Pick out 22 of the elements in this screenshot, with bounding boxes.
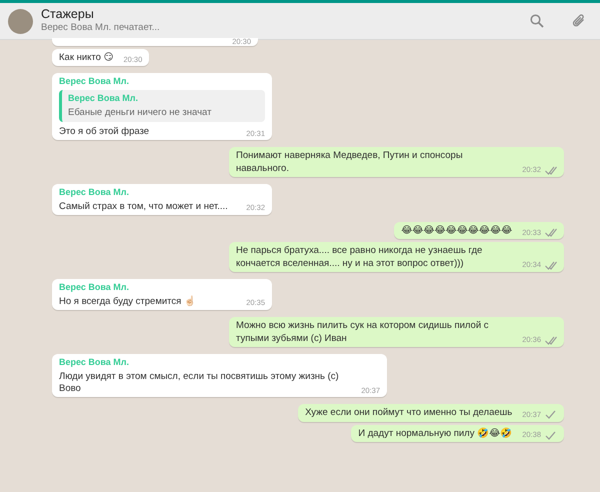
sender-name: Верес Вова Мл. xyxy=(59,187,130,199)
message-text: Как никто 😏 xyxy=(59,52,114,64)
paperclip-icon[interactable] xyxy=(572,14,586,28)
message-text: И дадут нормальную пилу 🤣😂🤣 xyxy=(358,428,512,440)
message-text: Хуже если они поймут что именно ты делаешь xyxy=(305,407,512,420)
typing-status: Верес Вова Мл. печатает... xyxy=(41,22,161,35)
chat-title: Стажеры xyxy=(41,7,95,22)
sender-name: Верес Вова Мл. xyxy=(59,76,130,88)
avatar-circle xyxy=(8,8,33,34)
message-text: Самый страх в том, что может и нет.... xyxy=(59,200,228,214)
message-text: Люди увидят в этом смысл, если ты посвятишь этому жизнь (с) Вово xyxy=(59,370,340,396)
message-text: Понимают наверняка Медведев, Путин и спонсоры навального. xyxy=(236,150,464,176)
quoted-sender: Верес Вова Мл. xyxy=(68,93,140,105)
search-icon[interactable] xyxy=(530,14,544,28)
quoted-text: Ебаные деньги ничего не значат xyxy=(68,106,212,120)
message-text: 😂😂😂😂😂😂😂😂😂😂 xyxy=(401,225,512,238)
message-text: Не парься братуха.... все равно никогда не узнаешь где кончается вселенная.... ну и на этот вопрос ответ))) xyxy=(236,245,484,270)
sender-name: Верес Вова Мл. xyxy=(59,282,130,294)
message-text: Это я об этой фразе xyxy=(59,126,150,138)
message-text: Но я всегда буду стремится ☝🏻 xyxy=(59,296,196,308)
message-text: Можно всю жизнь пилить сук на котором сидишь пилой с тупыми зубьями (с) Иван xyxy=(236,320,490,345)
sender-name: Верес Вова Мл. xyxy=(59,356,130,369)
